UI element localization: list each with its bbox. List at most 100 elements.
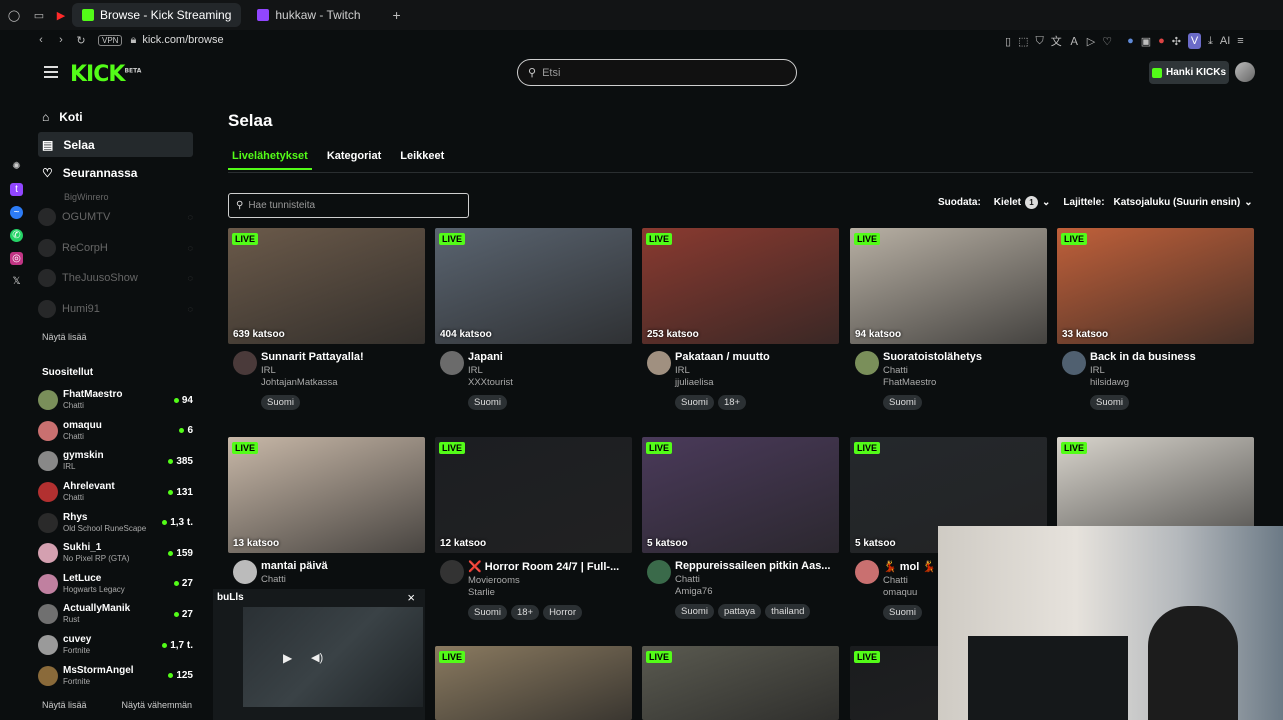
tab-kick[interactable]: Browse - Kick Streaming (72, 3, 242, 27)
stream-card[interactable]: LIVE 12 katsoo ❌ Horror Room 24/7 | Full-.… (435, 437, 632, 635)
sort-dropdown[interactable]: Katsojaluku (Suurin ensin) ⌄ (1114, 197, 1253, 208)
channel-avatar[interactable] (233, 560, 257, 584)
stream-title[interactable]: Japani (468, 351, 632, 363)
stream-category[interactable]: Chatti (675, 574, 839, 585)
channel-avatar[interactable] (647, 560, 671, 584)
channel-name[interactable]: Amiga76 (675, 586, 839, 597)
stream-thumbnail[interactable]: LIVE 33 katsoo (1057, 228, 1254, 344)
stream-card[interactable]: LIVE 253 katsoo Pakataan / muutto IRL jjulia… (642, 228, 839, 426)
stream-thumbnail[interactable]: LIVE (435, 646, 632, 720)
channel-avatar[interactable] (233, 351, 257, 375)
stream-category[interactable]: IRL (261, 365, 425, 376)
play-icon[interactable]: ▶ (283, 651, 292, 665)
stream-thumbnail[interactable]: LIVE 639 katsoo (228, 228, 425, 344)
menu-toggle-icon[interactable] (44, 66, 58, 78)
tag-chip[interactable]: pattaya (717, 604, 762, 619)
stream-card[interactable]: LIVE 404 katsoo Japani IRL XXXtourist Suomi (435, 228, 632, 426)
stream-title[interactable]: mantai päivä (261, 560, 425, 572)
tag-chip[interactable]: Suomi (675, 604, 714, 619)
reload-icon[interactable]: ↻ (74, 34, 88, 47)
url-field[interactable]: kick.com/browse (142, 34, 223, 46)
tag-chip[interactable]: thailand (765, 604, 811, 619)
recommended-channel[interactable]: gymskin IRL 385 (38, 446, 193, 477)
channel-avatar[interactable] (855, 351, 879, 375)
reader-icon[interactable]: Ａ (1069, 33, 1080, 49)
recommended-channel[interactable]: ActuallyManik Rust 27 (38, 599, 193, 630)
stream-title[interactable]: Pakataan / muutto (675, 351, 839, 363)
heart-icon[interactable]: ♡ (1102, 33, 1112, 49)
vpn-profile-icon[interactable]: V (1188, 33, 1201, 49)
channel-name[interactable]: hilsidawg (1090, 377, 1254, 388)
back-icon[interactable]: ‹ (34, 34, 48, 46)
stream-card[interactable]: LIVE (642, 646, 839, 720)
channel-name[interactable]: FhatMaestro (883, 377, 1047, 388)
twitch-icon[interactable]: t (10, 183, 23, 196)
bookmark-icon[interactable]: ▯ (1005, 33, 1011, 49)
stream-title[interactable]: Back in da business (1090, 351, 1254, 363)
followed-channel[interactable]: BigWinrero (38, 190, 193, 202)
workspace-icon[interactable]: ▭ (28, 9, 50, 22)
languages-dropdown[interactable]: Kielet 1 ⌄ (994, 196, 1050, 209)
channel-name[interactable]: JohtajanMatkassa (261, 377, 425, 388)
user-avatar[interactable] (1235, 62, 1255, 82)
tab-twitch[interactable]: hukkaw - Twitch (247, 3, 370, 27)
stream-thumbnail[interactable]: LIVE 253 katsoo (642, 228, 839, 344)
get-kicks-button[interactable]: Hanki KICKs (1149, 61, 1229, 84)
tag-chip[interactable]: 18+ (510, 605, 540, 620)
tag-chip[interactable]: Suomi (468, 605, 507, 620)
channel-name[interactable]: jjuliaelisa (675, 377, 839, 388)
stream-thumbnail[interactable]: LIVE 404 katsoo (435, 228, 632, 344)
stream-thumbnail[interactable]: LIVE 5 katsoo (642, 437, 839, 553)
vpn-badge[interactable]: VPN (98, 34, 123, 46)
puzzle-icon[interactable]: ✣ (1172, 33, 1181, 49)
channel-avatar[interactable] (647, 351, 671, 375)
forward-icon[interactable]: › (54, 34, 68, 46)
recommended-channel[interactable]: FhatMaestro Chatti 94 (38, 385, 193, 416)
recommended-channel[interactable]: LetLuce Hogwarts Legacy 27 (38, 569, 193, 600)
stream-category[interactable]: IRL (1090, 365, 1254, 376)
stream-title[interactable]: ❌ Horror Room 24/7 | Full-... (468, 560, 632, 573)
tag-chip[interactable]: Suomi (675, 395, 714, 410)
stream-category[interactable]: IRL (675, 365, 839, 376)
play-icon[interactable]: ▷ (1087, 33, 1095, 49)
close-icon[interactable]: × (407, 590, 415, 605)
stream-card[interactable]: LIVE 33 katsoo Back in da business IRL hilsi… (1057, 228, 1254, 426)
stream-category[interactable]: Movierooms (468, 575, 632, 586)
stream-card[interactable]: LIVE 94 katsoo Suoratoistolähetys Chatti Fha… (850, 228, 1047, 426)
channel-name[interactable]: Starlie (468, 587, 632, 598)
recommended-channel[interactable]: Ahrelevant Chatti 131 (38, 477, 193, 508)
volume-icon[interactable]: ◀) (311, 651, 323, 664)
extension-icon[interactable]: ● (1127, 33, 1134, 49)
followed-channel[interactable]: Humi91 ◌ (38, 294, 193, 325)
stream-thumbnail[interactable]: LIVE 13 katsoo (228, 437, 425, 553)
tag-chip[interactable]: Horror (543, 605, 582, 620)
tab-livestreams[interactable]: Livelähetykset (228, 150, 312, 170)
tag-chip[interactable]: Suomi (883, 605, 922, 620)
tag-chip[interactable]: Suomi (261, 395, 300, 410)
stream-title[interactable]: Reppureissaileen pitkin Aas... (675, 560, 839, 572)
extension-icon[interactable]: ● (1158, 33, 1165, 49)
followed-channel[interactable]: OGUMTV ◌ (38, 202, 193, 233)
show-less-link[interactable]: Näytä vähemmän (121, 700, 192, 710)
kick-logo[interactable]: KICKBETA (70, 62, 141, 87)
mini-player[interactable]: buLls × ▶ ◀) (213, 589, 425, 720)
recommended-channel[interactable]: Sukhi_1 No Pixel RP (GTA) 159 (38, 538, 193, 569)
tag-chip[interactable]: Suomi (468, 395, 507, 410)
recommended-channel[interactable]: Rhys Old School RuneScape 1,3 t. (38, 507, 193, 538)
sidebar-item-following[interactable]: ♡ Seurannassa (38, 160, 193, 185)
stream-card[interactable]: LIVE 5 katsoo Reppureissaileen pitkin Aas.… (642, 437, 839, 635)
tag-chip[interactable]: Suomi (883, 395, 922, 410)
stream-card[interactable]: LIVE 639 katsoo Sunnarit Pattayalla! IRL Joh… (228, 228, 425, 426)
stream-category[interactable]: IRL (468, 365, 632, 376)
chatgpt-icon[interactable]: ✺ (10, 160, 23, 173)
shield-icon[interactable]: ⛉ (1035, 33, 1043, 49)
snapshot-icon[interactable]: ⬚ (1018, 33, 1028, 49)
stream-thumbnail[interactable]: LIVE 12 katsoo (435, 437, 632, 553)
youtube-icon[interactable]: ▶ (50, 9, 72, 22)
stream-card[interactable]: LIVE (435, 646, 632, 720)
ai-button[interactable]: AI (1220, 33, 1230, 49)
tag-chip[interactable]: 18+ (717, 395, 747, 410)
stream-category[interactable]: Chatti (261, 574, 425, 585)
opera-icon[interactable]: ◯ (0, 9, 28, 22)
stream-category[interactable]: Chatti (883, 365, 1047, 376)
